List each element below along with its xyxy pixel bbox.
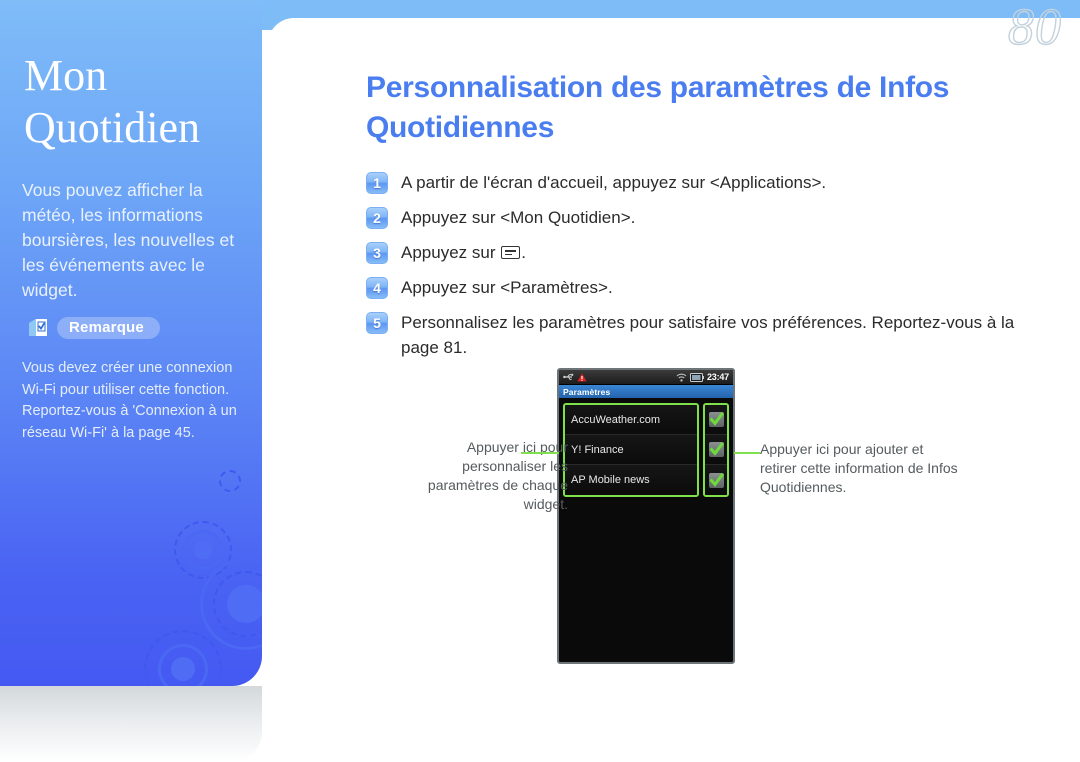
phone-status-bar: 23:47 [559,370,733,385]
sidebar-title-line2: Quotidien [24,103,200,152]
decorative-circle [171,657,195,681]
step-text: Personnalisez les paramètres pour satisf… [401,313,1015,357]
phone-screenshot: 23:47 Paramètres AccuWeather.com Y! Fina… [557,368,735,664]
step-number-badge: 4 [366,277,388,299]
checkbox-cell[interactable] [705,465,727,495]
checkbox-checked-icon[interactable] [708,412,724,427]
step-number-badge: 1 [366,172,388,194]
sidebar: Mon Quotidien Vous pouvez afficher la mé… [0,0,262,686]
decorative-circle [219,470,241,492]
step-number-badge: 2 [366,207,388,229]
step-item: 5 Personnalisez les paramètres pour sati… [366,310,1046,360]
manual-page: 80 Mon Quotidien Vous pouvez afficher la… [0,0,1080,762]
sidebar-note-text: Vous devez créer une connexion Wi-Fi pou… [22,360,237,441]
sidebar-shadow [0,686,262,762]
warning-triangle-icon [577,372,587,381]
checkbox-cell[interactable] [705,405,727,435]
checkbox-column[interactable] [703,403,729,497]
note-label: Remarque [57,317,160,339]
widget-list[interactable]: AccuWeather.com Y! Finance AP Mobile new… [563,403,699,497]
status-right-icons: 23:47 [676,372,729,382]
step-text-before: Appuyez sur [401,243,501,262]
step-text: Appuyez sur <Mon Quotidien>. [401,208,636,227]
callout-left: Appuyer ici pour personnaliser les param… [427,439,568,512]
status-clock: 23:47 [706,372,729,382]
step-item: 4 Appuyez sur <Paramètres>. [366,275,1046,300]
step-item: 1 A partir de l'écran d'accueil, appuyez… [366,170,1046,195]
usb-icon [563,373,574,380]
sidebar-description: Vous pouvez afficher la météo, les infor… [22,180,235,300]
battery-icon [689,372,704,382]
checkbox-checked-icon[interactable] [708,472,724,488]
menu-icon [501,246,521,259]
list-item[interactable]: AccuWeather.com [565,405,697,435]
phone-list-area: AccuWeather.com Y! Finance AP Mobile new… [559,398,733,497]
phone-title-bar: Paramètres [559,385,733,398]
page-number: 80 [1007,0,1062,57]
callout-right-leader [734,452,760,454]
step-number-badge: 5 [366,312,388,334]
wifi-icon [676,373,687,382]
note-badge: Remarque [26,316,160,340]
sidebar-title: Mon Quotidien [24,50,200,154]
decorative-circle [227,585,262,623]
step-text-after: . [521,243,526,262]
sidebar-title-line1: Mon [24,51,108,100]
checkbox-checked-icon[interactable] [708,442,724,457]
list-item[interactable]: Y! Finance [565,435,697,465]
step-item: 3 Appuyez sur . [366,240,1046,265]
decorative-circle [194,541,212,559]
callout-left-leader [521,452,559,454]
status-left-icons [563,372,587,382]
checkbox-cell[interactable] [705,435,727,465]
step-text: Appuyez sur . [401,240,526,265]
step-text: A partir de l'écran d'accueil, appuyez s… [401,173,827,192]
step-number-badge: 3 [366,242,388,264]
list-item[interactable]: AP Mobile news [565,465,697,495]
note-box-check-icon [26,316,50,340]
callout-right: Appuyer ici pour ajouter et retirer cett… [760,441,958,495]
step-item: 2 Appuyez sur <Mon Quotidien>. [366,205,1046,230]
step-text: Appuyez sur <Paramètres>. [401,278,613,297]
steps-list: 1 A partir de l'écran d'accueil, appuyez… [366,170,1046,370]
page-title: Personnalisation des paramètres de Infos… [366,71,950,144]
